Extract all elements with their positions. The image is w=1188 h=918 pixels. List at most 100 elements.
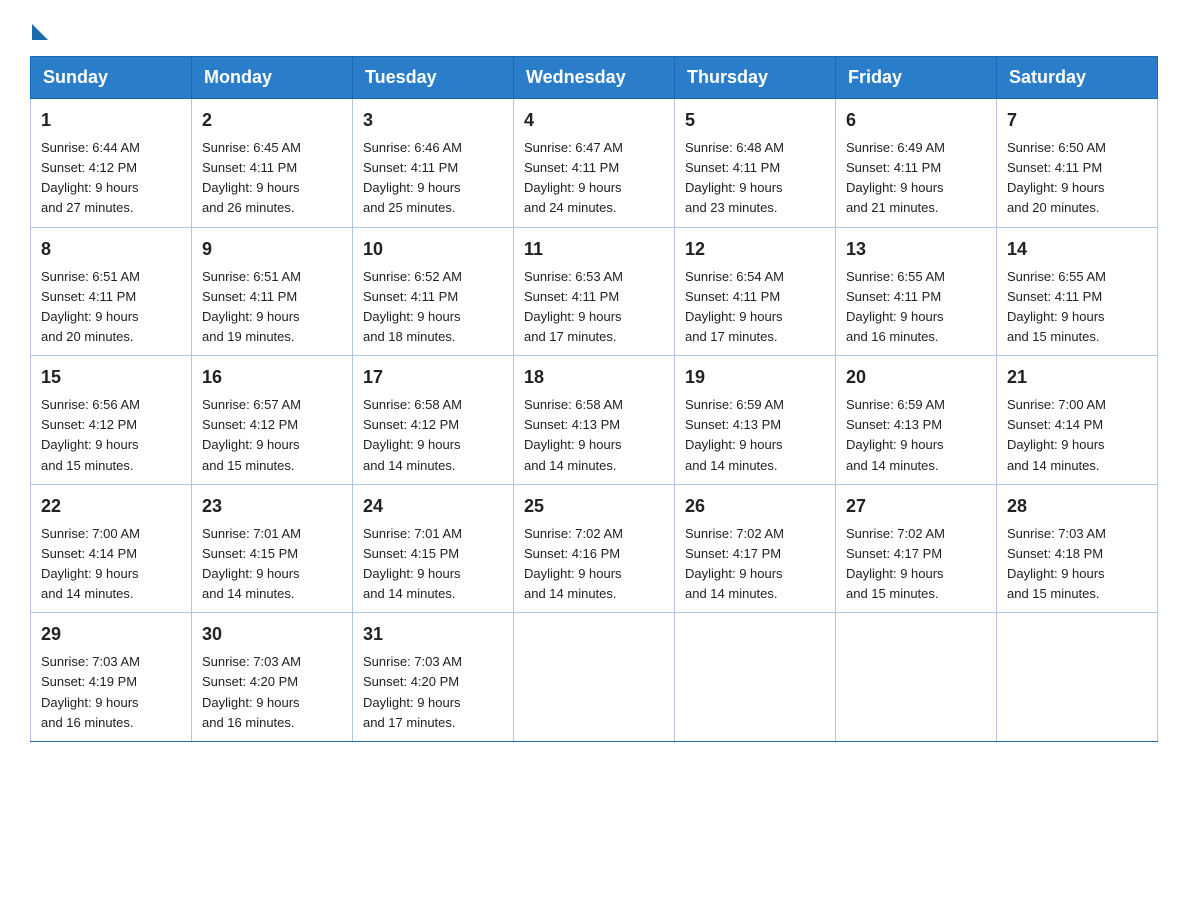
day-info: Sunrise: 6:59 AMSunset: 4:13 PMDaylight:…	[846, 397, 945, 472]
week-row-4: 22Sunrise: 7:00 AMSunset: 4:14 PMDayligh…	[31, 484, 1158, 613]
day-info: Sunrise: 7:02 AMSunset: 4:16 PMDaylight:…	[524, 526, 623, 601]
week-row-1: 1 Sunrise: 6:44 AMSunset: 4:12 PMDaylight…	[31, 99, 1158, 228]
day-info: Sunrise: 7:02 AMSunset: 4:17 PMDaylight:…	[846, 526, 945, 601]
day-number: 14	[1007, 236, 1147, 263]
day-cell: 7 Sunrise: 6:50 AMSunset: 4:11 PMDaylight…	[997, 99, 1158, 228]
day-cell	[514, 613, 675, 742]
weekday-header-row: SundayMondayTuesdayWednesdayThursdayFrid…	[31, 57, 1158, 99]
day-number: 15	[41, 364, 181, 391]
day-cell: 16 Sunrise: 6:57 AMSunset: 4:12 PMDayligh…	[192, 356, 353, 485]
header	[30, 20, 1158, 36]
day-number: 9	[202, 236, 342, 263]
day-cell: 4 Sunrise: 6:47 AMSunset: 4:11 PMDaylight…	[514, 99, 675, 228]
day-cell: 12 Sunrise: 6:54 AMSunset: 4:11 PMDayligh…	[675, 227, 836, 356]
day-cell	[836, 613, 997, 742]
day-cell: 15 Sunrise: 6:56 AMSunset: 4:12 PMDayligh…	[31, 356, 192, 485]
day-info: Sunrise: 6:54 AMSunset: 4:11 PMDaylight:…	[685, 269, 784, 344]
day-number: 30	[202, 621, 342, 648]
day-cell: 10Sunrise: 6:52 AMSunset: 4:11 PMDayligh…	[353, 227, 514, 356]
day-cell: 6Sunrise: 6:49 AMSunset: 4:11 PMDaylight…	[836, 99, 997, 228]
day-number: 26	[685, 493, 825, 520]
day-number: 16	[202, 364, 342, 391]
day-cell: 27 Sunrise: 7:02 AMSunset: 4:17 PMDayligh…	[836, 484, 997, 613]
day-number: 18	[524, 364, 664, 391]
day-number: 5	[685, 107, 825, 134]
calendar-table: SundayMondayTuesdayWednesdayThursdayFrid…	[30, 56, 1158, 742]
day-info: Sunrise: 6:49 AMSunset: 4:11 PMDaylight:…	[846, 140, 945, 215]
day-cell: 5Sunrise: 6:48 AMSunset: 4:11 PMDaylight…	[675, 99, 836, 228]
day-cell: 20 Sunrise: 6:59 AMSunset: 4:13 PMDayligh…	[836, 356, 997, 485]
day-number: 27	[846, 493, 986, 520]
day-info: Sunrise: 6:51 AMSunset: 4:11 PMDaylight:…	[41, 269, 140, 344]
logo	[30, 20, 48, 36]
day-cell: 18 Sunrise: 6:58 AMSunset: 4:13 PMDayligh…	[514, 356, 675, 485]
day-info: Sunrise: 7:03 AMSunset: 4:20 PMDaylight:…	[202, 654, 301, 729]
weekday-header-friday: Friday	[836, 57, 997, 99]
day-info: Sunrise: 6:44 AMSunset: 4:12 PMDaylight:…	[41, 140, 140, 215]
weekday-header-wednesday: Wednesday	[514, 57, 675, 99]
day-number: 7	[1007, 107, 1147, 134]
day-cell: 23 Sunrise: 7:01 AMSunset: 4:15 PMDayligh…	[192, 484, 353, 613]
day-number: 4	[524, 107, 664, 134]
day-info: Sunrise: 7:01 AMSunset: 4:15 PMDaylight:…	[202, 526, 301, 601]
day-cell: 28 Sunrise: 7:03 AMSunset: 4:18 PMDayligh…	[997, 484, 1158, 613]
day-cell: 29 Sunrise: 7:03 AMSunset: 4:19 PMDayligh…	[31, 613, 192, 742]
week-row-5: 29 Sunrise: 7:03 AMSunset: 4:19 PMDayligh…	[31, 613, 1158, 742]
day-number: 8	[41, 236, 181, 263]
day-number: 31	[363, 621, 503, 648]
day-cell: 24 Sunrise: 7:01 AMSunset: 4:15 PMDayligh…	[353, 484, 514, 613]
weekday-header-thursday: Thursday	[675, 57, 836, 99]
day-number: 25	[524, 493, 664, 520]
day-cell: 11Sunrise: 6:53 AMSunset: 4:11 PMDayligh…	[514, 227, 675, 356]
weekday-header-tuesday: Tuesday	[353, 57, 514, 99]
day-cell: 17 Sunrise: 6:58 AMSunset: 4:12 PMDayligh…	[353, 356, 514, 485]
day-cell: 21Sunrise: 7:00 AMSunset: 4:14 PMDayligh…	[997, 356, 1158, 485]
day-cell: 13 Sunrise: 6:55 AMSunset: 4:11 PMDayligh…	[836, 227, 997, 356]
day-info: Sunrise: 6:50 AMSunset: 4:11 PMDaylight:…	[1007, 140, 1106, 215]
day-number: 28	[1007, 493, 1147, 520]
day-info: Sunrise: 6:57 AMSunset: 4:12 PMDaylight:…	[202, 397, 301, 472]
day-info: Sunrise: 7:01 AMSunset: 4:15 PMDaylight:…	[363, 526, 462, 601]
day-cell: 30 Sunrise: 7:03 AMSunset: 4:20 PMDayligh…	[192, 613, 353, 742]
day-number: 1	[41, 107, 181, 134]
day-cell: 14 Sunrise: 6:55 AMSunset: 4:11 PMDayligh…	[997, 227, 1158, 356]
day-cell: 25 Sunrise: 7:02 AMSunset: 4:16 PMDayligh…	[514, 484, 675, 613]
day-number: 24	[363, 493, 503, 520]
logo-triangle-icon	[32, 24, 48, 40]
day-info: Sunrise: 7:03 AMSunset: 4:18 PMDaylight:…	[1007, 526, 1106, 601]
day-info: Sunrise: 6:45 AMSunset: 4:11 PMDaylight:…	[202, 140, 301, 215]
day-number: 2	[202, 107, 342, 134]
day-cell: 19 Sunrise: 6:59 AMSunset: 4:13 PMDayligh…	[675, 356, 836, 485]
day-number: 3	[363, 107, 503, 134]
day-info: Sunrise: 7:00 AMSunset: 4:14 PMDaylight:…	[41, 526, 140, 601]
day-cell: 3 Sunrise: 6:46 AMSunset: 4:11 PMDaylight…	[353, 99, 514, 228]
day-info: Sunrise: 7:03 AMSunset: 4:19 PMDaylight:…	[41, 654, 140, 729]
day-cell: 31Sunrise: 7:03 AMSunset: 4:20 PMDayligh…	[353, 613, 514, 742]
day-info: Sunrise: 6:46 AMSunset: 4:11 PMDaylight:…	[363, 140, 462, 215]
day-number: 17	[363, 364, 503, 391]
week-row-2: 8 Sunrise: 6:51 AMSunset: 4:11 PMDaylight…	[31, 227, 1158, 356]
week-row-3: 15 Sunrise: 6:56 AMSunset: 4:12 PMDayligh…	[31, 356, 1158, 485]
day-cell: 8 Sunrise: 6:51 AMSunset: 4:11 PMDaylight…	[31, 227, 192, 356]
day-info: Sunrise: 6:55 AMSunset: 4:11 PMDaylight:…	[1007, 269, 1106, 344]
day-info: Sunrise: 6:58 AMSunset: 4:13 PMDaylight:…	[524, 397, 623, 472]
weekday-header-monday: Monday	[192, 57, 353, 99]
day-number: 23	[202, 493, 342, 520]
day-number: 20	[846, 364, 986, 391]
day-info: Sunrise: 6:55 AMSunset: 4:11 PMDaylight:…	[846, 269, 945, 344]
day-number: 19	[685, 364, 825, 391]
day-number: 10	[363, 236, 503, 263]
day-number: 11	[524, 236, 664, 263]
day-cell: 9Sunrise: 6:51 AMSunset: 4:11 PMDaylight…	[192, 227, 353, 356]
day-number: 12	[685, 236, 825, 263]
day-info: Sunrise: 6:47 AMSunset: 4:11 PMDaylight:…	[524, 140, 623, 215]
day-cell: 2 Sunrise: 6:45 AMSunset: 4:11 PMDaylight…	[192, 99, 353, 228]
day-number: 29	[41, 621, 181, 648]
day-cell	[675, 613, 836, 742]
day-number: 13	[846, 236, 986, 263]
day-cell: 26Sunrise: 7:02 AMSunset: 4:17 PMDayligh…	[675, 484, 836, 613]
day-info: Sunrise: 6:58 AMSunset: 4:12 PMDaylight:…	[363, 397, 462, 472]
day-info: Sunrise: 6:56 AMSunset: 4:12 PMDaylight:…	[41, 397, 140, 472]
weekday-header-saturday: Saturday	[997, 57, 1158, 99]
day-info: Sunrise: 6:59 AMSunset: 4:13 PMDaylight:…	[685, 397, 784, 472]
